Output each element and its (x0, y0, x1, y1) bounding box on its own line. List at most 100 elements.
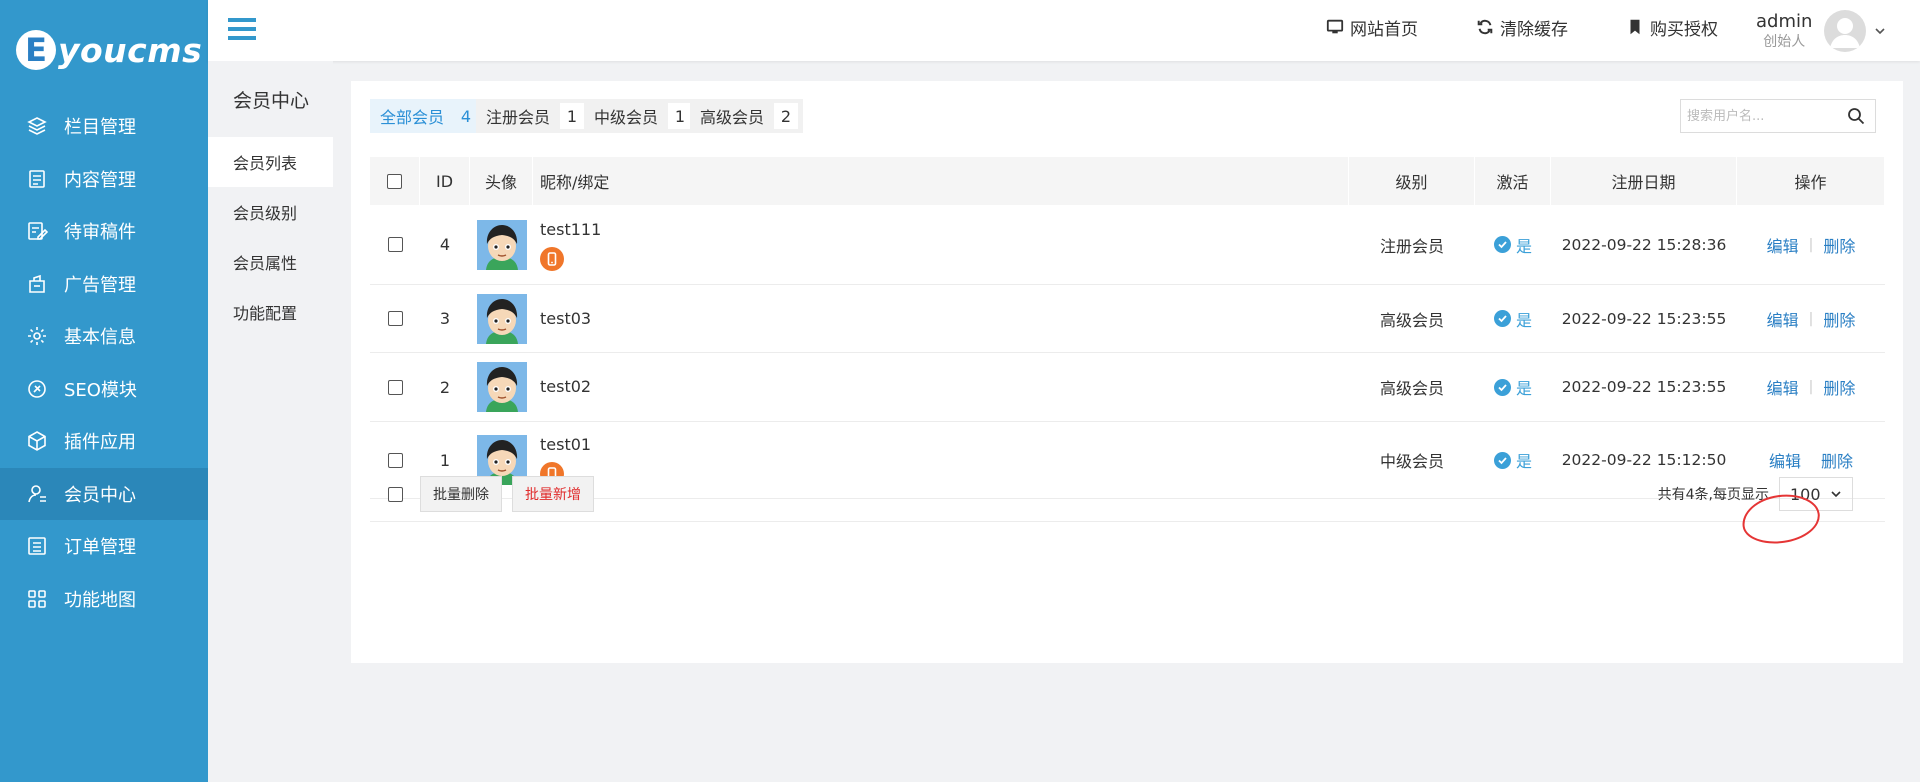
filter-tab-label: 高级会员 (700, 108, 765, 127)
page-size-value: 100 (1790, 484, 1821, 504)
edit-link[interactable]: 编辑 (1767, 375, 1799, 399)
sidebar-item-label: 会员中心 (64, 484, 136, 506)
sidebar-item-3[interactable]: 广告管理 (0, 258, 208, 311)
logo[interactable]: E youcms (0, 0, 208, 100)
sidebar-item-label: 广告管理 (64, 274, 136, 296)
sidebar-item-9[interactable]: 功能地图 (0, 573, 208, 626)
register-date: 2022-09-22 15:23:55 (1561, 309, 1727, 328)
user-name: admin (1756, 11, 1813, 32)
table-row: 2 test02 高级会员 是 2022-09-22 15:23:55 编辑 | 删除 (370, 353, 1885, 422)
delete-link[interactable]: 删除 (1823, 307, 1855, 331)
chevron-down-icon[interactable] (1874, 25, 1886, 37)
sidebar-item-7[interactable]: 会员中心 (0, 467, 208, 520)
table-footer: 批量删除 批量新增 共有4条,每页显示 100 (370, 467, 1885, 522)
site-home-label: 网站首页 (1350, 19, 1418, 40)
register-date: 2022-09-22 15:23:55 (1561, 378, 1727, 396)
row-checkbox[interactable] (387, 379, 403, 395)
user-avatar[interactable] (1824, 10, 1867, 52)
sidebar-item-4[interactable]: 基本信息 (0, 310, 208, 363)
activated-label: 是 (1515, 379, 1532, 398)
row-checkbox[interactable] (387, 452, 403, 468)
activated-status: 是 (1493, 233, 1532, 257)
filter-tab-2[interactable]: 中级会员 1 (584, 99, 698, 133)
table-row: 4 test111 注册会员 是 2022-09-22 15:28:36 编辑 | 删除 (370, 205, 1885, 285)
member-avatar (476, 219, 527, 270)
check-circle-icon (1493, 310, 1511, 327)
select-all-checkbox-footer[interactable] (387, 486, 403, 502)
logo-text: youcms (58, 30, 203, 70)
chevron-down-icon (1831, 491, 1841, 498)
table-header: ID 头像 昵称/绑定 级别 激活 注册日期 操作 (370, 157, 1885, 205)
sub-nav-item-2[interactable]: 会员属性 (208, 237, 333, 287)
filter-tab-count: 1 (668, 103, 693, 129)
filter-tab-label: 注册会员 (486, 108, 551, 127)
user-icon (26, 483, 48, 505)
batch-add-button[interactable]: 批量新增 (512, 476, 594, 512)
list-icon (26, 535, 48, 557)
activated-label: 是 (1515, 236, 1532, 256)
sidebar-item-5[interactable]: SEO模块 (0, 363, 208, 416)
user-role: 创始人 (1763, 34, 1806, 50)
op-separator: | (1808, 379, 1814, 395)
pagination-summary: 共有4条,每页显示 (1657, 487, 1769, 503)
filter-tab-count: 1 (560, 103, 585, 129)
user-menu[interactable]: admin 创始人 (1756, 6, 1886, 56)
search-input[interactable] (1681, 101, 1841, 131)
filter-tab-count: 2 (774, 103, 799, 129)
member-level: 注册会员 (1379, 236, 1444, 256)
sidebar-item-label: 功能地图 (64, 589, 136, 611)
sub-nav: 会员中心 会员列表 会员级别 会员属性 功能配置 (208, 61, 333, 782)
sub-nav-item-3[interactable]: 功能配置 (208, 287, 333, 337)
sub-nav-item-1[interactable]: 会员级别 (208, 187, 333, 237)
op-separator: | (1808, 310, 1814, 327)
sidebar-item-label: 内容管理 (64, 169, 136, 191)
menu-toggle-icon[interactable] (228, 18, 256, 42)
buy-license-link[interactable]: 购买授权 (1626, 0, 1718, 54)
filter-tab-3[interactable]: 高级会员 2 (690, 99, 804, 133)
site-home-link[interactable]: 网站首页 (1326, 0, 1418, 54)
edit-link[interactable]: 编辑 (1767, 233, 1799, 257)
sidebar-item-label: 待审稿件 (64, 222, 136, 244)
member-nickname: test01 (540, 435, 592, 454)
sidebar-item-label: 订单管理 (64, 537, 136, 559)
row-checkbox[interactable] (387, 311, 403, 326)
activated-status: 是 (1493, 375, 1532, 399)
member-nickname: test02 (540, 377, 592, 396)
member-level: 高级会员 (1379, 379, 1444, 398)
edit-link[interactable]: 编辑 (1767, 307, 1799, 331)
document-icon (26, 168, 48, 190)
monitor-icon (1326, 19, 1344, 34)
header-active: 激活 (1475, 157, 1551, 205)
sub-nav-item-0[interactable]: 会员列表 (208, 137, 333, 187)
filter-tab-1[interactable]: 注册会员 1 (476, 99, 590, 133)
row-id: 2 (439, 377, 451, 397)
clear-cache-label: 清除缓存 (1500, 19, 1568, 40)
delete-link[interactable]: 删除 (1823, 375, 1855, 399)
delete-link[interactable]: 删除 (1823, 233, 1855, 257)
member-nickname: test111 (540, 219, 602, 239)
pagination: 共有4条,每页显示 100 (1658, 477, 1853, 511)
sidebar-item-0[interactable]: 栏目管理 (0, 100, 208, 153)
table-row: 3 test03 高级会员 是 2022-09-22 15:23:55 编辑 | 删除 (370, 285, 1885, 353)
page-size-select[interactable]: 100 (1779, 477, 1853, 511)
header-date: 注册日期 (1551, 157, 1737, 205)
mobile-bound-icon (540, 246, 564, 271)
sidebar-item-2[interactable]: 待审稿件 (0, 205, 208, 258)
row-checkbox[interactable] (387, 237, 403, 252)
activated-label: 是 (1515, 310, 1532, 330)
search-icon[interactable] (1841, 101, 1871, 131)
logo-mark: E (16, 30, 56, 70)
sidebar-item-6[interactable]: 插件应用 (0, 415, 208, 468)
select-all-checkbox[interactable] (387, 173, 402, 189)
activated-status: 是 (1493, 307, 1532, 331)
ad-icon (26, 273, 48, 295)
filter-tab-0[interactable]: 全部会员 4 (370, 99, 484, 133)
cube-icon (26, 430, 48, 452)
clear-cache-link[interactable]: 清除缓存 (1476, 0, 1568, 54)
batch-delete-button[interactable]: 批量删除 (420, 476, 502, 512)
sidebar-item-8[interactable]: 订单管理 (0, 520, 208, 573)
sidebar-item-1[interactable]: 内容管理 (0, 153, 208, 206)
member-avatar (476, 293, 527, 344)
refresh-icon (1477, 19, 1493, 35)
sub-nav-title: 会员中心 (233, 89, 310, 112)
